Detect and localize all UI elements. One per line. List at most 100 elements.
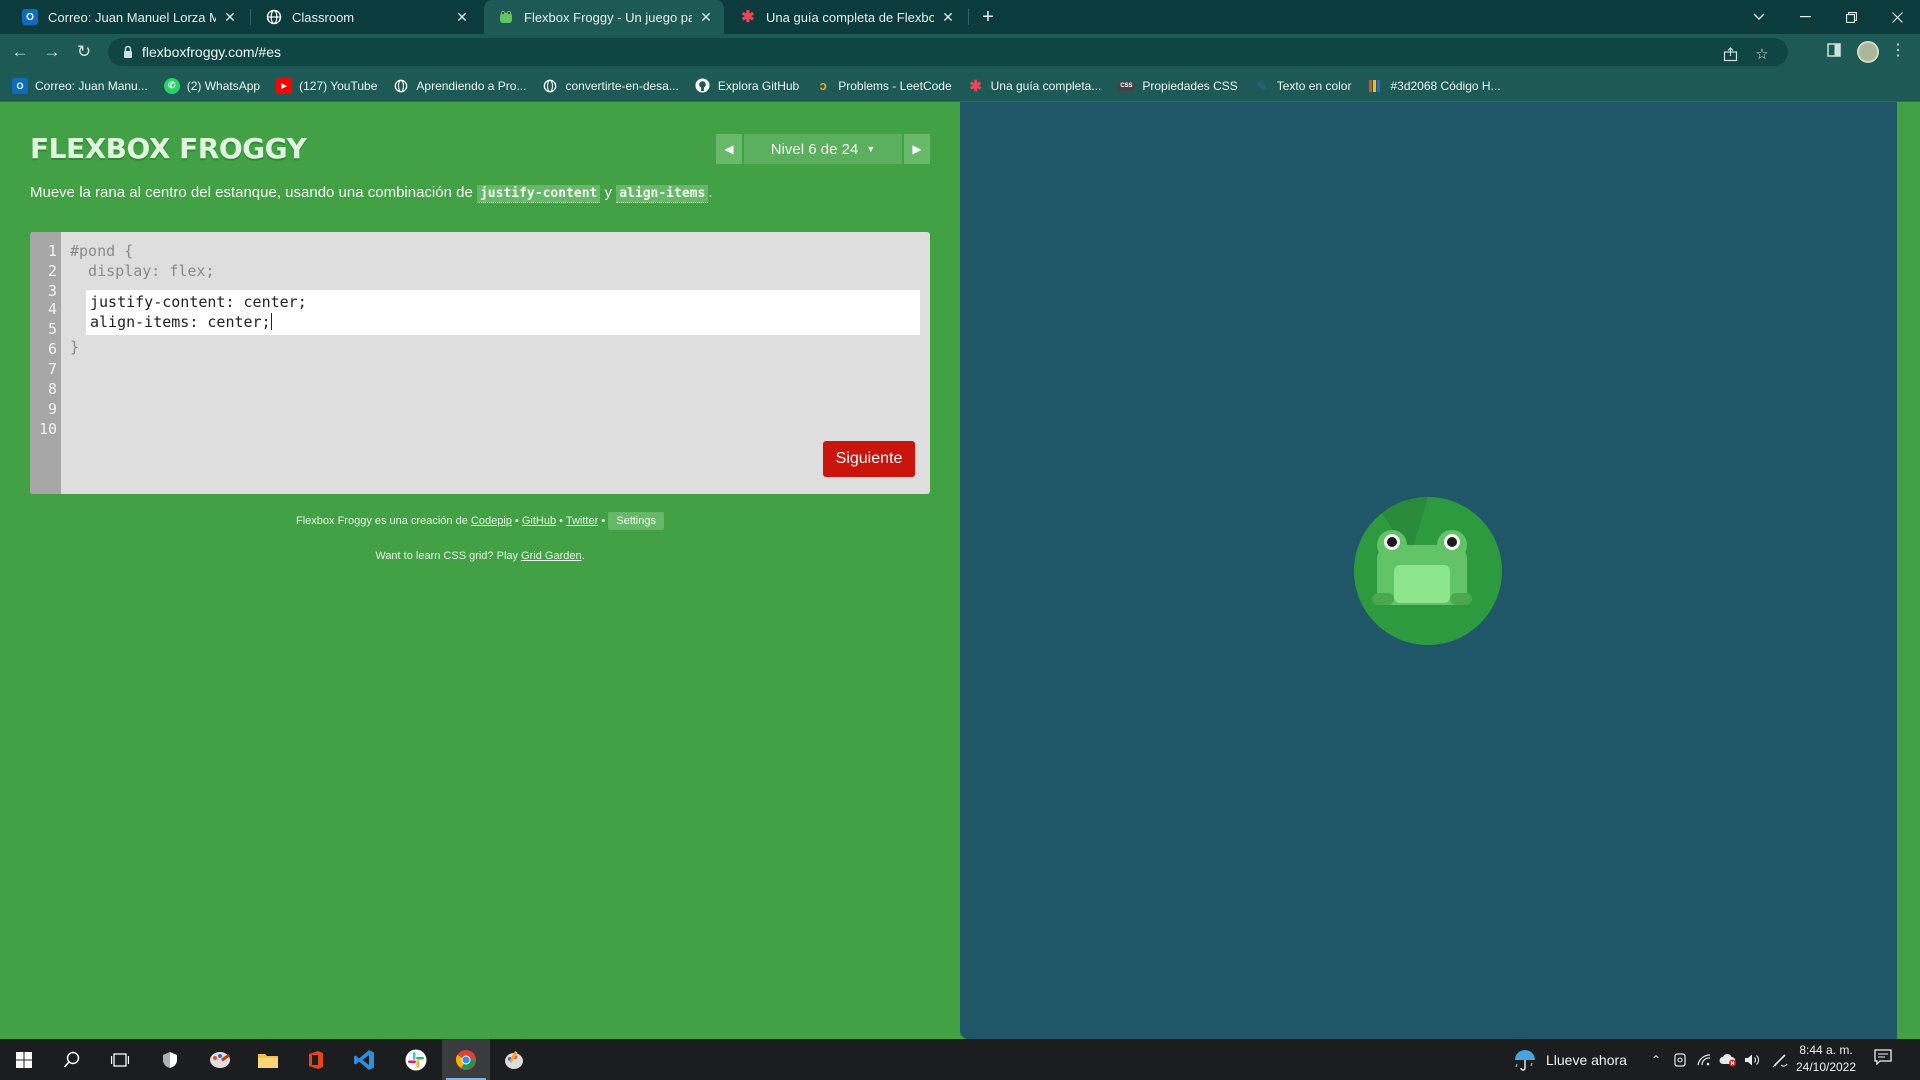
close-icon[interactable]: ✕ xyxy=(698,9,714,26)
bookmark-codigo-hex[interactable]: #3d2068 Código H... xyxy=(1367,78,1501,94)
bookmark-label: Propiedades CSS xyxy=(1142,78,1238,93)
browser-tab-bar: O Correo: Juan Manuel Lorza Mend ✕ Class… xyxy=(0,0,1920,34)
tray-cloud-sync[interactable] xyxy=(1718,1039,1738,1080)
search-icon xyxy=(63,1051,80,1068)
taskbar-app-chrome[interactable] xyxy=(442,1039,490,1080)
level-label: Nivel 6 de 24 xyxy=(770,140,859,158)
minimize-button[interactable] xyxy=(1782,0,1828,34)
start-button[interactable] xyxy=(0,1039,48,1080)
credits-text: Flexbox Froggy es una creación de xyxy=(296,515,471,527)
css-input-textarea[interactable]: justify-content: center; align-items: ce… xyxy=(86,290,920,335)
bookmark-label: Correo: Juan Manu... xyxy=(35,78,148,93)
tab-flexbox-froggy[interactable]: Flexbox Froggy - Un juego para a ✕ xyxy=(484,0,724,34)
chrome-icon xyxy=(455,1049,476,1070)
close-icon[interactable]: ✕ xyxy=(222,9,238,26)
tab-css-tricks[interactable]: ✱ Una guía completa de Flexbox | T ✕ xyxy=(726,0,966,34)
next-button[interactable]: Siguiente xyxy=(823,441,915,477)
forward-button[interactable]: → xyxy=(40,40,64,64)
notifications-button[interactable] xyxy=(1874,1049,1892,1068)
close-icon[interactable]: ✕ xyxy=(454,9,470,26)
profile-avatar[interactable] xyxy=(1857,41,1879,63)
reload-button[interactable]: ↻ xyxy=(72,40,96,64)
globe-icon xyxy=(266,9,282,25)
bookmark-texto-en-color[interactable]: ✎ Texto en color xyxy=(1254,78,1352,94)
line-number: 9 xyxy=(47,400,57,418)
task-view-button[interactable] xyxy=(96,1039,144,1080)
bookmark-label: (2) WhatsApp xyxy=(186,78,261,93)
bookmark-label: convertirte-en-desa... xyxy=(565,78,679,93)
line-number: 1 xyxy=(47,242,57,260)
bookmark-youtube[interactable]: ▶ (127) YouTube xyxy=(276,77,377,94)
bookmark-convertirte[interactable]: convertirte-en-desa... xyxy=(542,78,679,94)
bookmark-label: Texto en color xyxy=(1276,78,1352,93)
show-hidden-icons-button[interactable]: ⌃ xyxy=(1646,1039,1666,1080)
tray-pen[interactable] xyxy=(1770,1039,1790,1080)
bookmark-leetcode[interactable]: ↄ Problems - LeetCode xyxy=(815,78,952,94)
tray-meet-now[interactable] xyxy=(1670,1039,1690,1080)
bookmark-outlook[interactable]: O Correo: Juan Manu... xyxy=(12,77,148,94)
tab-search-button[interactable] xyxy=(1736,0,1782,34)
browser-menu-button[interactable]: ⋮ xyxy=(1890,40,1906,60)
vscode-icon xyxy=(354,1049,374,1070)
close-icon xyxy=(1891,11,1903,23)
input-line: justify-content: center; xyxy=(90,293,307,311)
css-editor: 1 2 3 4 5 6 7 8 9 10 #pond { display: fl… xyxy=(30,232,930,494)
css-tricks-icon: ✱ xyxy=(741,9,755,26)
outlook-icon: O xyxy=(22,9,38,25)
taskbar-app-office[interactable] xyxy=(292,1039,340,1080)
css-tricks-icon: ✱ xyxy=(969,77,982,95)
twitter-link[interactable]: Twitter xyxy=(566,515,598,527)
taskbar-app-paint[interactable] xyxy=(196,1039,244,1080)
bookmark-star-button[interactable]: ☆ xyxy=(1752,44,1772,64)
taskbar-app-file-explorer[interactable] xyxy=(244,1039,292,1080)
system-clock[interactable]: 8:44 a. m. 24/10/2022 xyxy=(1790,1042,1862,1076)
close-window-button[interactable] xyxy=(1874,0,1920,34)
bookmark-label: Problems - LeetCode xyxy=(838,78,952,93)
tab-classroom[interactable]: Classroom ✕ xyxy=(252,0,480,34)
bookmark-propiedades-css[interactable]: CSS Propiedades CSS xyxy=(1117,78,1238,93)
restore-button[interactable] xyxy=(1828,0,1874,34)
weather-widget[interactable]: Llueve ahora xyxy=(1512,1039,1627,1080)
tab-outlook[interactable]: O Correo: Juan Manuel Lorza Mend ✕ xyxy=(8,0,248,34)
globe-icon xyxy=(393,78,409,94)
globe-icon xyxy=(542,78,558,94)
separator: • xyxy=(556,515,566,527)
taskbar-app-security[interactable] xyxy=(146,1039,194,1080)
bookmark-label: Una guía completa... xyxy=(990,78,1102,93)
code-keyword-align-items[interactable]: align-items xyxy=(616,185,709,203)
shield-icon xyxy=(163,1051,177,1068)
codepip-link[interactable]: Codepip xyxy=(471,515,512,527)
tray-wifi[interactable] xyxy=(1694,1039,1714,1080)
tray-volume[interactable] xyxy=(1742,1039,1762,1080)
back-button[interactable]: ← xyxy=(8,40,32,64)
task-view-icon xyxy=(111,1052,129,1067)
bookmark-aprendiendo[interactable]: Aprendiendo a Pro... xyxy=(393,78,526,94)
side-panel-button[interactable] xyxy=(1824,40,1844,60)
settings-button[interactable]: Settings xyxy=(608,512,664,530)
search-button[interactable] xyxy=(48,1039,96,1080)
line-number: 7 xyxy=(47,360,57,378)
notification-icon xyxy=(1874,1049,1892,1066)
slack-icon xyxy=(405,1049,427,1070)
code-keyword-justify-content[interactable]: justify-content xyxy=(476,185,601,203)
close-icon[interactable]: ✕ xyxy=(940,9,956,26)
address-bar[interactable]: flexboxfroggy.com/#es ☆ xyxy=(108,38,1788,66)
new-tab-button[interactable]: + xyxy=(976,5,1000,29)
code-line: #pond { xyxy=(70,242,134,260)
bookmark-github[interactable]: Explora GitHub xyxy=(695,78,799,94)
grid-garden-link[interactable]: Grid Garden xyxy=(521,550,582,562)
promo-text: Want to learn CSS grid? Play xyxy=(375,550,522,562)
separator: • xyxy=(598,515,609,527)
github-link[interactable]: GitHub xyxy=(522,515,556,527)
taskbar-app-slack[interactable] xyxy=(392,1039,440,1080)
next-level-button[interactable]: ▶ xyxy=(904,134,930,164)
share-button[interactable] xyxy=(1720,44,1740,64)
bookmarks-bar: O Correo: Juan Manu... ✆ (2) WhatsApp ▶ (12… xyxy=(0,70,1920,102)
level-dropdown[interactable]: Nivel 6 de 24 ▼ xyxy=(744,134,902,164)
taskbar-app-paint-3d[interactable] xyxy=(490,1039,538,1080)
previous-level-button[interactable]: ◀ xyxy=(716,134,742,164)
taskbar-app-vscode[interactable] xyxy=(340,1039,388,1080)
tab-divider xyxy=(968,9,969,25)
bookmark-css-tricks[interactable]: ✱ Una guía completa... xyxy=(968,77,1102,95)
bookmark-whatsapp[interactable]: ✆ (2) WhatsApp xyxy=(163,77,261,94)
